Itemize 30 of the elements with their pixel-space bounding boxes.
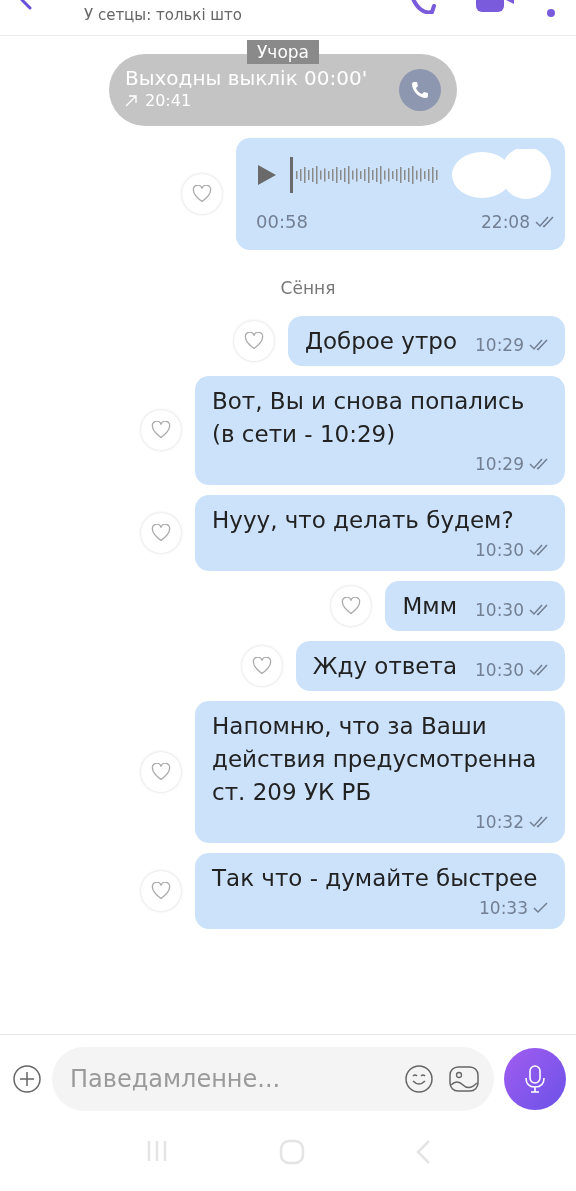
message-time: 10:30 (475, 538, 524, 562)
message-time: 22:08 (481, 210, 530, 234)
message-time: 10:32 (475, 810, 524, 834)
message-text: Жду ответа (312, 651, 457, 681)
message-time: 10:29 (475, 333, 524, 357)
contact-status: У сетцы: толькі што (84, 5, 242, 26)
play-button[interactable] (256, 163, 278, 187)
message-field[interactable]: Паведамленне... (52, 1047, 494, 1111)
emoji-icon[interactable] (404, 1064, 434, 1094)
message-time: 10:30 (475, 658, 524, 682)
add-button[interactable] (12, 1064, 42, 1094)
message-text: Доброе утро (304, 326, 457, 356)
message-time: 10:30 (475, 598, 524, 622)
call-time: 20:41 (145, 90, 192, 112)
call-title: Выходны выклік 00:00' (125, 67, 368, 89)
call-button[interactable] (399, 69, 441, 111)
image-icon[interactable] (448, 1064, 480, 1094)
message-text: Нууу, что делать будем? (212, 505, 515, 535)
message-time: 10:33 (479, 896, 528, 920)
date-label: Сёння (280, 278, 336, 298)
microphone-icon (524, 1064, 546, 1094)
home-icon[interactable] (279, 1139, 305, 1165)
message-text: Напомню, что за Ваши действия предусмотренна ст. 209 УК РБ (212, 711, 538, 807)
voice-duration: 00:58 (256, 210, 308, 234)
message-time: 10:29 (475, 452, 524, 476)
date-label: Учора (247, 40, 319, 64)
message-input[interactable]: Паведамленне... (68, 1060, 390, 1098)
message-text: Так что - думайте быстрее (212, 863, 539, 893)
message-text: Вот, Вы и снова попались (в сети - 10:29) (212, 386, 526, 449)
message-text: Ммм (402, 591, 457, 621)
